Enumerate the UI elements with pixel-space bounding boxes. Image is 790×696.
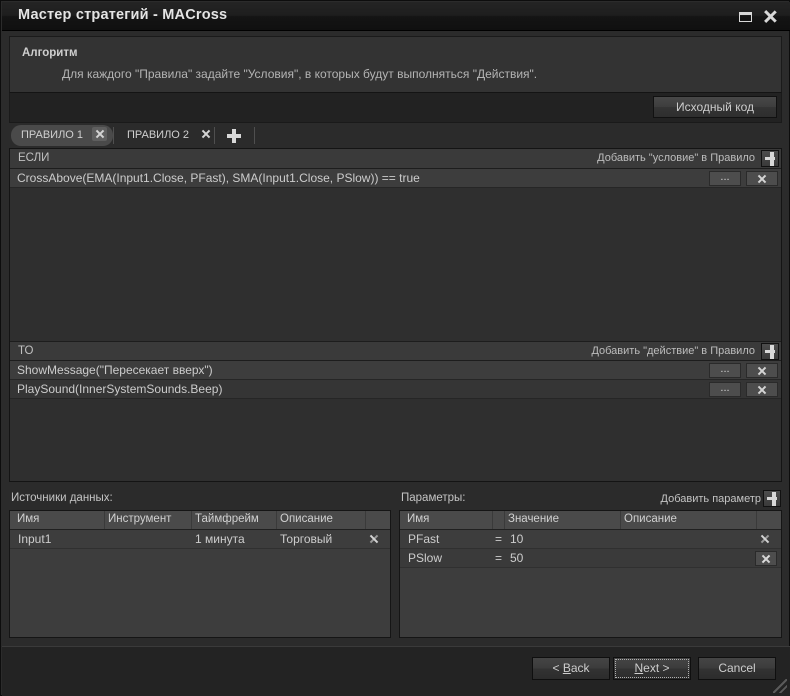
column-header-name: Имя — [407, 513, 429, 525]
rule-editor: ЕСЛИ Добавить "условие" в Правило CrossA… — [9, 148, 782, 482]
parameters-label: Параметры: — [401, 492, 466, 504]
table-row[interactable]: PSlow = 50 — [400, 549, 781, 568]
data-sources-table: Имя Инструмент Таймфрейм Описание Input1… — [9, 510, 391, 638]
algorithm-header-panel: Алгоритм Для каждого "Правила" задайте "… — [9, 36, 782, 92]
if-label: ЕСЛИ — [18, 152, 49, 164]
column-header-instrument: Инструмент — [108, 513, 171, 525]
header-title: Алгоритм — [22, 47, 78, 59]
header-toolbar: Исходный код — [9, 92, 782, 123]
source-code-button[interactable]: Исходный код — [653, 96, 777, 118]
close-icon[interactable] — [762, 9, 778, 25]
add-rule-tab-button[interactable] — [225, 128, 243, 144]
remove-parameter-icon[interactable] — [755, 532, 777, 547]
table-row[interactable]: Input1 1 минута Торговый — [10, 530, 390, 549]
plus-icon — [765, 157, 775, 160]
condition-list: CrossAbove(EMA(Input1.Close, PFast), SMA… — [10, 169, 781, 341]
cell-param-value: 10 — [510, 532, 523, 546]
then-label: ТО — [18, 345, 33, 357]
table-row[interactable]: PlaySound(InnerSystemSounds.Beep) ... — [10, 380, 781, 399]
data-sources-label: Источники данных: — [11, 492, 113, 504]
back-button[interactable]: < Back — [532, 657, 610, 680]
parameters-header: Имя Значение Описание — [400, 511, 781, 530]
column-header-timeframe: Таймфрейм — [195, 513, 259, 525]
action-text: PlaySound(InnerSystemSounds.Beep) — [17, 382, 222, 396]
column-header-value: Значение — [508, 513, 559, 525]
title-bar: Мастер стратегий - MACross — [2, 2, 790, 31]
add-parameter-button[interactable] — [763, 490, 781, 507]
action-edit-button[interactable]: ... — [709, 382, 741, 397]
strategy-wizard-window: Мастер стратегий - MACross Алгоритм Для … — [0, 0, 790, 696]
table-row[interactable]: CrossAbove(EMA(Input1.Close, PFast), SMA… — [10, 169, 781, 188]
tab-rule-2-label: ПРАВИЛО 2 — [127, 129, 189, 141]
cell-param-equals: = — [495, 532, 502, 546]
plus-icon — [227, 134, 241, 138]
add-action-label: Добавить "действие" в Правило — [591, 345, 755, 357]
cell-param-equals: = — [495, 551, 502, 565]
plus-icon — [767, 497, 777, 500]
resize-grip-icon[interactable] — [773, 679, 787, 693]
then-section-header: ТО Добавить "действие" в Правило — [10, 341, 781, 361]
next-button[interactable]: Next > — [613, 657, 691, 680]
cell-name: Input1 — [18, 532, 51, 546]
remove-parameter-icon[interactable] — [755, 551, 777, 566]
if-section-header: ЕСЛИ Добавить "условие" в Правило — [10, 149, 781, 169]
parameters-table: Имя Значение Описание PFast = 10 PSlow =… — [399, 510, 782, 638]
next-button-label: Next > — [634, 661, 669, 675]
cell-param-value: 50 — [510, 551, 523, 565]
condition-edit-button[interactable]: ... — [709, 171, 741, 186]
action-list: ShowMessage("Пересекает вверх") ... Play… — [10, 361, 781, 481]
back-button-label: < Back — [552, 661, 589, 675]
tab-rule-1[interactable]: ПРАВИЛО 1 — [11, 125, 113, 146]
data-sources-header: Имя Инструмент Таймфрейм Описание — [10, 511, 390, 530]
tab-rule-1-label: ПРАВИЛО 1 — [21, 129, 83, 141]
action-edit-button[interactable]: ... — [709, 363, 741, 378]
tab-rule-2[interactable]: ПРАВИЛО 2 — [119, 125, 219, 146]
condition-text: CrossAbove(EMA(Input1.Close, PFast), SMA… — [17, 171, 420, 185]
footer-bar: < Back Next > Cancel — [2, 646, 790, 696]
action-text: ShowMessage("Пересекает вверх") — [17, 363, 213, 377]
table-row[interactable]: ShowMessage("Пересекает вверх") ... — [10, 361, 781, 380]
tab-rule-2-close-icon[interactable] — [198, 127, 213, 141]
table-row[interactable]: PFast = 10 — [400, 530, 781, 549]
tab-rule-1-close-icon[interactable] — [92, 127, 107, 141]
add-condition-label: Добавить "условие" в Правило — [597, 152, 755, 164]
condition-remove-icon[interactable] — [746, 171, 778, 186]
action-remove-icon[interactable] — [746, 363, 778, 378]
cell-param-name: PFast — [408, 532, 439, 546]
cell-description: Торговый — [280, 532, 332, 546]
cancel-button[interactable]: Cancel — [698, 657, 776, 680]
rule-tab-bar: ПРАВИЛО 1 ПРАВИЛО 2 — [9, 125, 782, 148]
header-subtitle: Для каждого "Правила" задайте "Условия",… — [62, 67, 537, 81]
add-action-button[interactable] — [761, 343, 779, 360]
add-condition-button[interactable] — [761, 150, 779, 167]
column-header-description: Описание — [280, 513, 333, 525]
restore-icon[interactable] — [738, 9, 754, 25]
cancel-button-label: Cancel — [718, 661, 755, 675]
column-header-name: Имя — [17, 513, 39, 525]
cell-timeframe: 1 минута — [195, 532, 245, 546]
cell-param-name: PSlow — [408, 551, 442, 565]
column-header-description: Описание — [624, 513, 677, 525]
window-title: Мастер стратегий - MACross — [18, 7, 227, 23]
add-parameter-label: Добавить параметр — [661, 493, 761, 505]
remove-data-source-icon[interactable] — [364, 532, 386, 547]
action-remove-icon[interactable] — [746, 382, 778, 397]
plus-icon — [765, 350, 775, 353]
